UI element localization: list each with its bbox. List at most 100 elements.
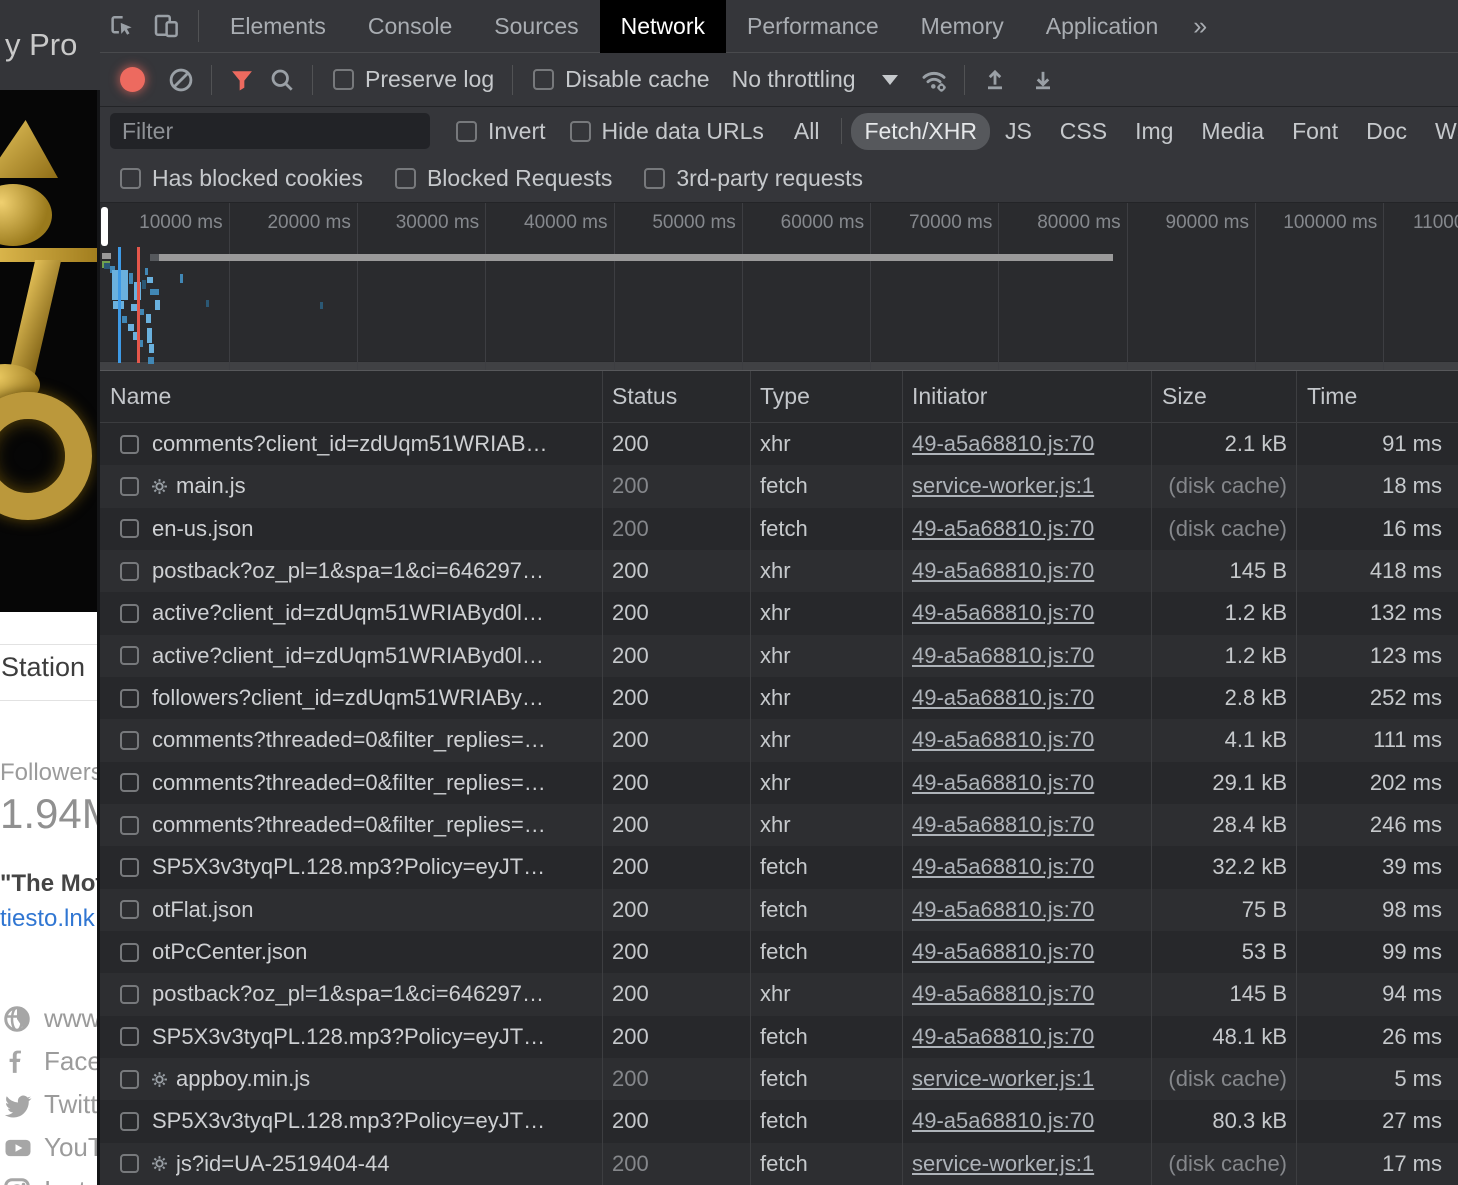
- search-icon[interactable]: [262, 60, 302, 100]
- filter-input[interactable]: [110, 113, 430, 149]
- column-header-size[interactable]: Size: [1152, 371, 1297, 422]
- throttling-select[interactable]: No throttling: [732, 66, 856, 93]
- table-row[interactable]: comments?threaded=0&filter_replies=…200x…: [100, 762, 1458, 804]
- initiator-link[interactable]: 49-a5a68810.js:70: [912, 939, 1094, 965]
- initiator-link[interactable]: 49-a5a68810.js:70: [912, 981, 1094, 1007]
- filter-chip-font[interactable]: Font: [1279, 113, 1351, 150]
- filter-chip-ws[interactable]: WS: [1422, 113, 1458, 150]
- request-name-cell[interactable]: SP5X3v3tyqPL.128.mp3?Policy=eyJT…: [100, 1016, 603, 1058]
- row-checkbox[interactable]: [120, 1154, 139, 1173]
- request-name-cell[interactable]: comments?threaded=0&filter_replies=…: [100, 804, 603, 846]
- request-name-cell[interactable]: js?id=UA-2519404-44: [100, 1143, 603, 1185]
- initiator-link[interactable]: service-worker.js:1: [912, 1066, 1094, 1092]
- filter-chip-js[interactable]: JS: [992, 113, 1045, 150]
- column-header-time[interactable]: Time: [1297, 371, 1458, 422]
- tab-elements[interactable]: Elements: [209, 0, 347, 53]
- row-checkbox[interactable]: [120, 731, 139, 750]
- table-row[interactable]: SP5X3v3tyqPL.128.mp3?Policy=eyJT…200fetc…: [100, 1100, 1458, 1142]
- row-checkbox[interactable]: [120, 1112, 139, 1131]
- device-toolbar-icon[interactable]: [144, 0, 188, 53]
- table-row[interactable]: appboy.min.js200fetchservice-worker.js:1…: [100, 1058, 1458, 1100]
- clear-icon[interactable]: [161, 60, 201, 100]
- 3rd-party-requests-checkbox[interactable]: 3rd-party requests: [644, 165, 863, 192]
- import-har-icon[interactable]: [975, 60, 1015, 100]
- row-checkbox[interactable]: [120, 858, 139, 877]
- preserve-log-checkbox[interactable]: Preserve log: [333, 66, 494, 93]
- row-checkbox[interactable]: [120, 689, 139, 708]
- table-row[interactable]: js?id=UA-2519404-44200fetchservice-worke…: [100, 1143, 1458, 1185]
- row-checkbox[interactable]: [120, 519, 139, 538]
- site-link[interactable]: tiesto.lnk: [0, 905, 95, 933]
- initiator-link[interactable]: 49-a5a68810.js:70: [912, 897, 1094, 923]
- initiator-link[interactable]: service-worker.js:1: [912, 473, 1094, 499]
- request-name-cell[interactable]: SP5X3v3tyqPL.128.mp3?Policy=eyJT…: [100, 846, 603, 888]
- tab-performance[interactable]: Performance: [726, 0, 900, 53]
- request-name-cell[interactable]: followers?client_id=zdUqm51WRIABy…: [100, 677, 603, 719]
- request-name-cell[interactable]: main.js: [100, 465, 603, 507]
- network-conditions-icon[interactable]: [914, 60, 954, 100]
- table-row[interactable]: SP5X3v3tyqPL.128.mp3?Policy=eyJT…200fetc…: [100, 1016, 1458, 1058]
- request-name-cell[interactable]: en-us.json: [100, 508, 603, 550]
- filter-funnel-icon[interactable]: [222, 60, 262, 100]
- column-header-status[interactable]: Status: [603, 371, 751, 422]
- timeline-overview[interactable]: 10000 ms20000 ms30000 ms40000 ms50000 ms…: [100, 203, 1458, 371]
- filter-chip-fetch-xhr[interactable]: Fetch/XHR: [851, 113, 989, 150]
- hide-data-urls-checkbox[interactable]: Hide data URLs: [570, 118, 764, 145]
- filter-chip-css[interactable]: CSS: [1047, 113, 1120, 150]
- social-link-twitte[interactable]: Twitte: [2, 1083, 100, 1126]
- row-checkbox[interactable]: [120, 773, 139, 792]
- initiator-link[interactable]: service-worker.js:1: [912, 1151, 1094, 1177]
- tab-console[interactable]: Console: [347, 0, 473, 53]
- has-blocked-cookies-checkbox[interactable]: Has blocked cookies: [120, 165, 363, 192]
- row-checkbox[interactable]: [120, 646, 139, 665]
- table-row[interactable]: comments?client_id=zdUqm51WRIAB…200xhr49…: [100, 423, 1458, 465]
- row-checkbox[interactable]: [120, 435, 139, 454]
- table-row[interactable]: comments?threaded=0&filter_replies=…200x…: [100, 804, 1458, 846]
- table-row[interactable]: otFlat.json200fetch49-a5a68810.js:7075 B…: [100, 889, 1458, 931]
- request-name-cell[interactable]: SP5X3v3tyqPL.128.mp3?Policy=eyJT…: [100, 1100, 603, 1142]
- initiator-link[interactable]: 49-a5a68810.js:70: [912, 727, 1094, 753]
- initiator-link[interactable]: 49-a5a68810.js:70: [912, 600, 1094, 626]
- export-har-icon[interactable]: [1023, 60, 1063, 100]
- blocked-requests-checkbox[interactable]: Blocked Requests: [395, 165, 612, 192]
- table-row[interactable]: postback?oz_pl=1&spa=1&ci=646297…200xhr4…: [100, 550, 1458, 592]
- initiator-link[interactable]: 49-a5a68810.js:70: [912, 770, 1094, 796]
- table-row[interactable]: SP5X3v3tyqPL.128.mp3?Policy=eyJT…200fetc…: [100, 846, 1458, 888]
- table-row[interactable]: active?client_id=zdUqm51WRIAByd0l…200xhr…: [100, 592, 1458, 634]
- initiator-link[interactable]: 49-a5a68810.js:70: [912, 558, 1094, 584]
- inspect-element-icon[interactable]: [100, 0, 144, 53]
- record-icon[interactable]: [120, 67, 145, 92]
- disable-cache-checkbox[interactable]: Disable cache: [533, 66, 709, 93]
- request-name-cell[interactable]: comments?threaded=0&filter_replies=…: [100, 762, 603, 804]
- social-link-faceb[interactable]: Faceb: [2, 1040, 100, 1083]
- social-link-instag[interactable]: Instag: [2, 1169, 100, 1185]
- table-row[interactable]: otPcCenter.json200fetch49-a5a68810.js:70…: [100, 931, 1458, 973]
- request-name-cell[interactable]: comments?threaded=0&filter_replies=…: [100, 719, 603, 761]
- social-link-youtu[interactable]: YouTu: [2, 1126, 100, 1169]
- row-checkbox[interactable]: [120, 477, 139, 496]
- filter-chip-all[interactable]: All: [781, 113, 833, 150]
- row-checkbox[interactable]: [120, 604, 139, 623]
- column-header-initiator[interactable]: Initiator: [903, 371, 1152, 422]
- request-name-cell[interactable]: active?client_id=zdUqm51WRIAByd0l…: [100, 592, 603, 634]
- initiator-link[interactable]: 49-a5a68810.js:70: [912, 643, 1094, 669]
- row-checkbox[interactable]: [120, 1070, 139, 1089]
- table-row[interactable]: followers?client_id=zdUqm51WRIABy…200xhr…: [100, 677, 1458, 719]
- row-checkbox[interactable]: [120, 816, 139, 835]
- tab-sources[interactable]: Sources: [473, 0, 599, 53]
- tab-application[interactable]: Application: [1025, 0, 1180, 53]
- row-checkbox[interactable]: [120, 1027, 139, 1046]
- request-name-cell[interactable]: postback?oz_pl=1&spa=1&ci=646297…: [100, 973, 603, 1015]
- initiator-link[interactable]: 49-a5a68810.js:70: [912, 431, 1094, 457]
- table-row[interactable]: en-us.json200fetch49-a5a68810.js:70(disk…: [100, 508, 1458, 550]
- invert-checkbox[interactable]: Invert: [456, 118, 546, 145]
- tab-network[interactable]: Network: [600, 0, 726, 53]
- request-name-cell[interactable]: active?client_id=zdUqm51WRIAByd0l…: [100, 635, 603, 677]
- row-checkbox[interactable]: [120, 900, 139, 919]
- initiator-link[interactable]: 49-a5a68810.js:70: [912, 812, 1094, 838]
- request-name-cell[interactable]: appboy.min.js: [100, 1058, 603, 1100]
- tab-memory[interactable]: Memory: [900, 0, 1025, 53]
- social-link-www[interactable]: www.: [2, 997, 100, 1040]
- initiator-link[interactable]: 49-a5a68810.js:70: [912, 685, 1094, 711]
- request-name-cell[interactable]: otPcCenter.json: [100, 931, 603, 973]
